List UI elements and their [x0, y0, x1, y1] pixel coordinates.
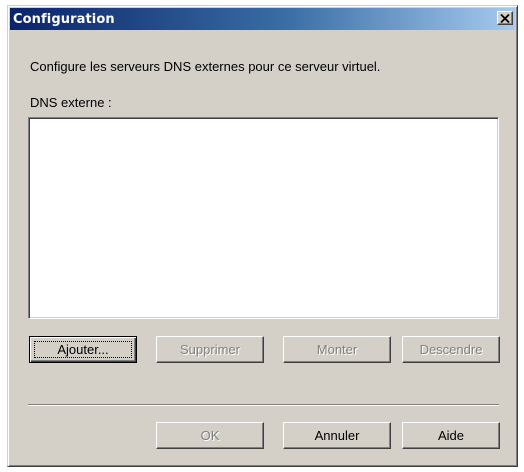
move-up-button[interactable]: Monter [283, 336, 391, 363]
move-down-button[interactable]: Descendre [402, 336, 500, 363]
separator-line [28, 404, 499, 406]
dns-list-label: DNS externe : [30, 95, 112, 110]
help-button[interactable]: Aide [402, 422, 500, 449]
dialog-title: Configuration [13, 11, 115, 27]
ok-button[interactable]: OK [156, 422, 264, 449]
dns-external-listbox[interactable] [28, 117, 499, 319]
close-x-icon [500, 13, 510, 23]
cancel-button[interactable]: Annuler [283, 422, 391, 449]
configuration-dialog: Configuration Configure les serveurs DNS… [7, 5, 518, 467]
description-text: Configure les serveurs DNS externes pour… [30, 59, 381, 74]
add-button[interactable]: Ajouter... [29, 336, 137, 363]
title-bar[interactable]: Configuration [10, 8, 515, 30]
close-button[interactable] [497, 11, 513, 25]
remove-button[interactable]: Supprimer [156, 336, 264, 363]
